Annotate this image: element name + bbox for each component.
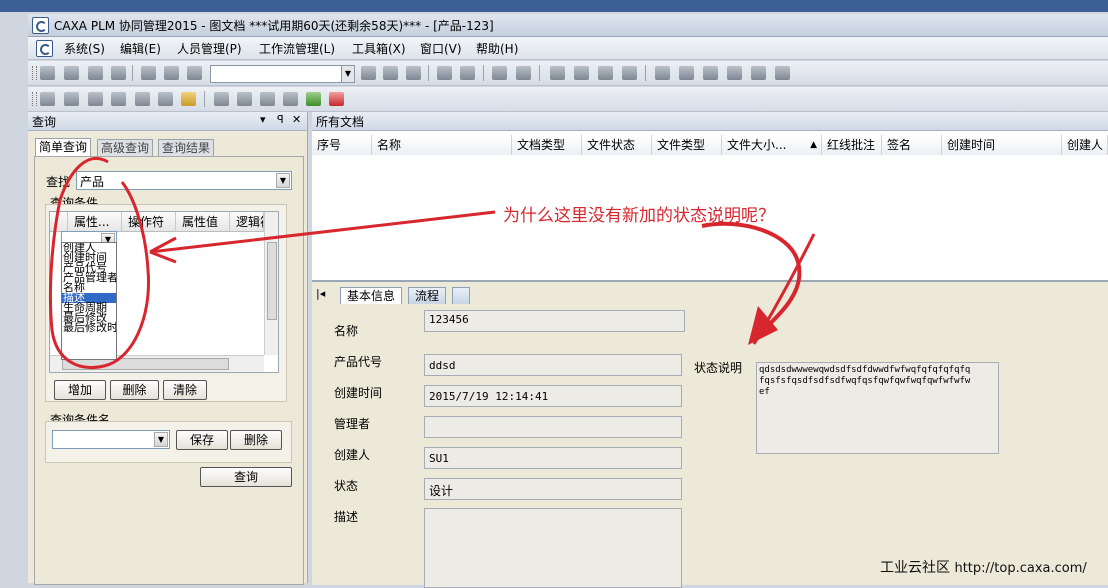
annotation-circle — [48, 156, 151, 369]
annotation-question-text: 为什么这里没有新加的状态说明呢？ — [503, 206, 775, 226]
watermark-footer: 工业云社区 http://top.caxa.com/ — [880, 557, 1087, 577]
watermark-site: 工业云社区 — [880, 560, 950, 576]
annotation-arrow-right — [701, 221, 802, 342]
annotation-arrow-left — [149, 210, 496, 254]
annotation-arrow-right-stroke — [752, 233, 816, 345]
annotation-overlay — [48, 156, 816, 369]
watermark-url: http://top.caxa.com/ — [954, 561, 1087, 576]
